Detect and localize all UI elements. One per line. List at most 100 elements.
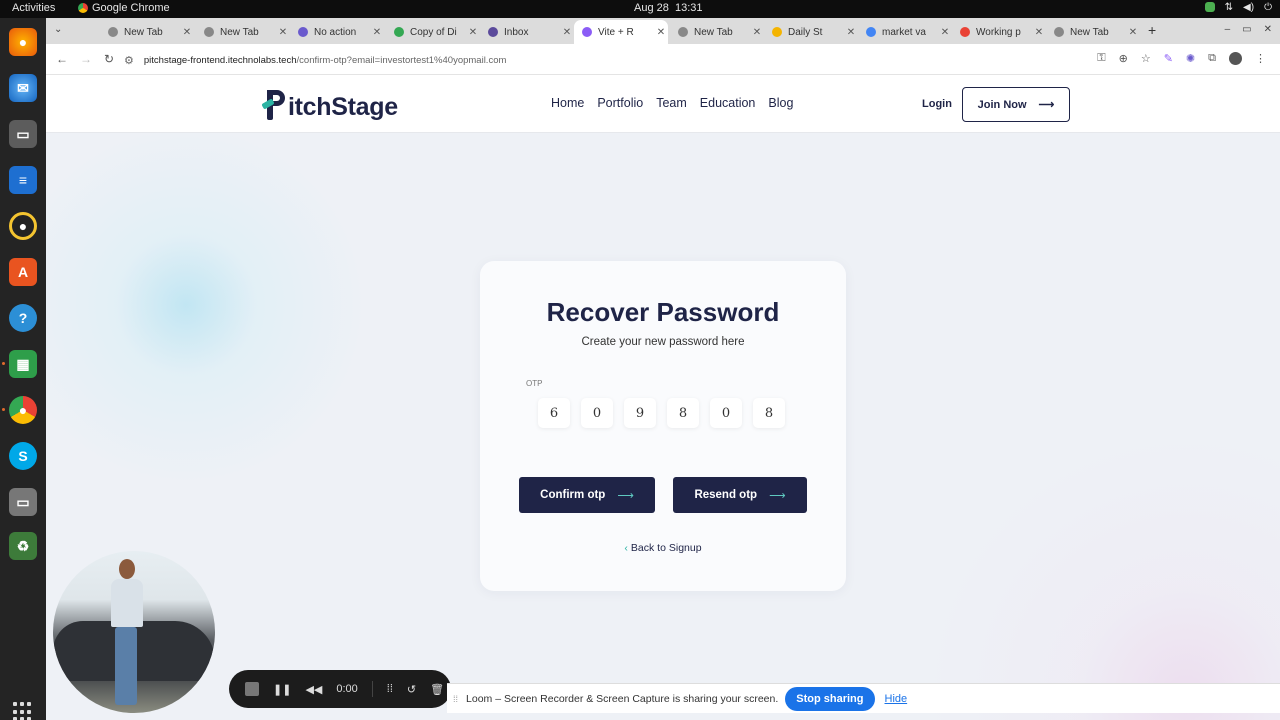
running-indicator bbox=[2, 408, 5, 411]
chrome-menu-icon[interactable]: ⋮ bbox=[1255, 52, 1266, 65]
tab-strip: ⌄ New Tab ✕ New Tab ✕ No action ✕ Copy of Di ✕ I… bbox=[46, 18, 1280, 44]
tab-close-icon[interactable]: ✕ bbox=[1126, 27, 1140, 38]
forward-icon[interactable]: → bbox=[80, 52, 92, 66]
resend-otp-button[interactable]: Resend otp ⟶ bbox=[673, 477, 807, 513]
otp-label: OTP bbox=[526, 379, 543, 388]
close-window-icon[interactable]: ✕ bbox=[1264, 24, 1272, 35]
rhythmbox-icon[interactable]: ● bbox=[9, 212, 37, 240]
trash-icon[interactable]: ♻ bbox=[9, 532, 37, 560]
browser-tab[interactable]: Working p ✕ bbox=[952, 20, 1046, 44]
browser-tab[interactable]: New Tab ✕ bbox=[100, 20, 194, 44]
profile-avatar-icon[interactable] bbox=[1229, 52, 1242, 65]
otp-digit-6[interactable]: 8 bbox=[753, 398, 785, 428]
password-key-icon[interactable]: ⚿ bbox=[1097, 52, 1105, 65]
tab-title: Daily St bbox=[788, 26, 823, 38]
tab-close-icon[interactable]: ✕ bbox=[844, 27, 858, 38]
nav-blog[interactable]: Blog bbox=[768, 96, 793, 110]
chrome-dock-icon[interactable]: ● bbox=[9, 396, 37, 424]
nav-education[interactable]: Education bbox=[700, 96, 756, 110]
join-now-button[interactable]: Join Now ⟶ bbox=[962, 87, 1070, 122]
tab-close-icon[interactable]: ✕ bbox=[654, 27, 668, 38]
site-info-icon[interactable]: ⚙ bbox=[124, 54, 134, 67]
network-icon: ⇅ bbox=[1224, 2, 1234, 13]
nav-home[interactable]: Home bbox=[551, 96, 584, 110]
otp-digit-1[interactable]: 6 bbox=[538, 398, 570, 428]
pitchstage-logo[interactable]: itchStage bbox=[261, 87, 398, 121]
browser-tab[interactable]: New Tab ✕ bbox=[670, 20, 764, 44]
sharing-message: Loom – Screen Recorder & Screen Capture … bbox=[466, 692, 779, 705]
stop-recording-icon[interactable] bbox=[245, 682, 259, 696]
tab-title: New Tab bbox=[220, 26, 259, 38]
browser-tab[interactable]: Inbox ✕ bbox=[480, 20, 574, 44]
back-icon[interactable]: ← bbox=[56, 52, 68, 66]
files-icon[interactable]: ▭ bbox=[9, 120, 37, 148]
otp-digit-3[interactable]: 9 bbox=[624, 398, 656, 428]
browser-tab[interactable]: Vite + R ✕ bbox=[574, 20, 668, 44]
confirm-otp-button[interactable]: Confirm otp ⟶ bbox=[519, 477, 655, 513]
rewind-icon[interactable]: ◀◀ bbox=[305, 683, 322, 696]
browser-tab[interactable]: New Tab ✕ bbox=[196, 20, 290, 44]
system-top-bar: Activities Google Chrome Aug 28 13:31 ⇅ … bbox=[0, 0, 1280, 18]
tab-close-icon[interactable]: ✕ bbox=[750, 27, 764, 38]
thunderbird-icon[interactable]: ✉ bbox=[9, 74, 37, 102]
otp-digit-2[interactable]: 0 bbox=[581, 398, 613, 428]
browser-tab[interactable]: New Tab ✕ bbox=[1046, 20, 1140, 44]
address-bar[interactable]: ⚙ pitchstage-frontend.itechnolabs.tech/c… bbox=[124, 50, 1064, 70]
otp-digit-5[interactable]: 0 bbox=[710, 398, 742, 428]
pause-icon[interactable]: ❚❚ bbox=[273, 683, 291, 696]
hide-link[interactable]: Hide bbox=[885, 693, 908, 705]
browser-tab[interactable]: Daily St ✕ bbox=[764, 20, 858, 44]
tab-close-icon[interactable]: ✕ bbox=[276, 27, 290, 38]
url-host: pitchstage-frontend.itechnolabs.tech bbox=[143, 54, 297, 66]
reload-icon[interactable]: ↻ bbox=[104, 52, 114, 66]
delete-icon[interactable]: 🗑 bbox=[430, 683, 444, 696]
nav-portfolio[interactable]: Portfolio bbox=[597, 96, 643, 110]
activities-button[interactable]: Activities bbox=[12, 2, 55, 14]
otp-digit-4[interactable]: 8 bbox=[667, 398, 699, 428]
drag-handle-icon[interactable]: ⁞⁞ bbox=[387, 683, 393, 695]
restart-icon[interactable]: ↺ bbox=[407, 683, 416, 696]
zoom-icon[interactable]: ⊕ bbox=[1119, 52, 1128, 65]
login-link[interactable]: Login bbox=[922, 98, 952, 110]
clock[interactable]: Aug 28 13:31 bbox=[634, 2, 703, 14]
drive-icon[interactable]: ▭ bbox=[9, 488, 37, 516]
back-to-signup-link[interactable]: ‹ Back to Signup bbox=[480, 542, 846, 554]
tab-close-icon[interactable]: ✕ bbox=[180, 27, 194, 38]
browser-tab[interactable]: No action ✕ bbox=[290, 20, 384, 44]
resend-otp-label: Resend otp bbox=[694, 489, 758, 501]
new-tab-button[interactable]: + bbox=[1148, 22, 1156, 38]
extensions-puzzle-icon[interactable]: ⧉ bbox=[1208, 52, 1216, 65]
nav-team[interactable]: Team bbox=[656, 96, 687, 110]
maximize-icon[interactable]: ▭ bbox=[1242, 24, 1251, 35]
firefox-icon[interactable]: ● bbox=[9, 28, 37, 56]
system-tray[interactable]: ⇅ ◀) ⏻ bbox=[1204, 2, 1272, 13]
tab-favicon-icon bbox=[108, 27, 118, 37]
browser-tab[interactable]: market va ✕ bbox=[858, 20, 952, 44]
drag-grip-icon[interactable]: ⁞⁞ bbox=[453, 694, 458, 704]
stop-sharing-button[interactable]: Stop sharing bbox=[785, 686, 875, 711]
browser-tab[interactable]: Copy of Di ✕ bbox=[386, 20, 480, 44]
tab-close-icon[interactable]: ✕ bbox=[560, 27, 574, 38]
loom-camera-bubble[interactable] bbox=[53, 551, 215, 713]
confirm-otp-label: Confirm otp bbox=[540, 489, 606, 501]
extension-gear-icon[interactable]: ✺ bbox=[1186, 52, 1195, 65]
tab-close-icon[interactable]: ✕ bbox=[1032, 27, 1046, 38]
writer-icon[interactable]: ≡ bbox=[9, 166, 37, 194]
minimize-icon[interactable]: – bbox=[1225, 24, 1231, 35]
help-icon[interactable]: ? bbox=[9, 304, 37, 332]
tab-title: Working p bbox=[976, 26, 1021, 38]
skype-icon[interactable]: S bbox=[9, 442, 37, 470]
web-page: itchStage Home Portfolio Team Education … bbox=[46, 75, 1280, 720]
running-indicator bbox=[2, 362, 5, 365]
show-apps-icon[interactable] bbox=[13, 702, 33, 720]
calc-icon[interactable]: ▦ bbox=[9, 350, 37, 378]
tab-close-icon[interactable]: ✕ bbox=[466, 27, 480, 38]
software-center-icon[interactable]: A bbox=[9, 258, 37, 286]
tab-close-icon[interactable]: ✕ bbox=[370, 27, 384, 38]
card-title: Recover Password bbox=[546, 297, 780, 327]
bookmark-star-icon[interactable]: ☆ bbox=[1141, 52, 1151, 65]
app-menu[interactable]: Google Chrome bbox=[78, 2, 170, 14]
extension-pen-icon[interactable]: ✎ bbox=[1164, 52, 1173, 65]
tab-close-icon[interactable]: ✕ bbox=[938, 27, 952, 38]
tab-search-icon[interactable]: ⌄ bbox=[54, 24, 62, 35]
